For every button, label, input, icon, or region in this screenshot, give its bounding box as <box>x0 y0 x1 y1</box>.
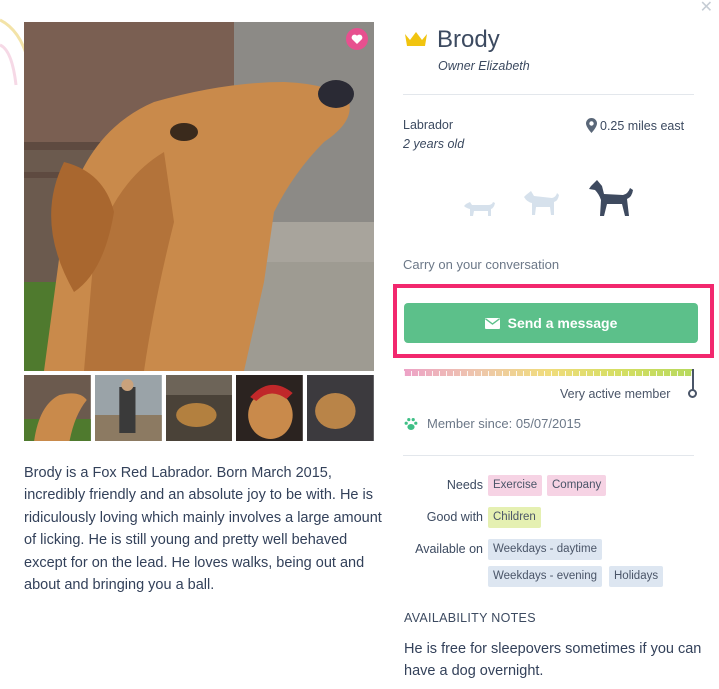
envelope-icon <box>484 317 500 329</box>
close-icon[interactable]: ✕ <box>700 0 713 16</box>
owner-name: Owner Elizabeth <box>438 59 530 73</box>
crown-icon <box>405 32 427 46</box>
availability-notes-text: He is free for sleepovers sometimes if y… <box>404 641 702 679</box>
good-with-label: Good with <box>426 510 483 524</box>
pet-name: Brody <box>437 26 500 53</box>
member-since-text: Member since: 05/07/2015 <box>427 416 581 431</box>
breed: Labrador <box>403 118 454 132</box>
thumbnail-3[interactable] <box>165 375 233 441</box>
thumbnail-4[interactable] <box>236 375 304 441</box>
needs-tag: Exercise <box>488 475 543 496</box>
conversation-label: Carry on your conversation <box>403 257 560 272</box>
activity-marker-dot <box>688 389 697 398</box>
paw-icon <box>404 417 418 430</box>
favourite-heart-button[interactable] <box>346 28 368 50</box>
activity-meter-ticks <box>404 371 694 376</box>
activity-marker <box>692 369 694 391</box>
thumbnail-2[interactable] <box>94 375 162 441</box>
availability-notes-title: AVAILABILITY NOTES <box>404 611 536 625</box>
thumbnail-5[interactable] <box>307 375 374 441</box>
large-dog-icon <box>589 180 633 216</box>
dog-bio: Brody is a Fox Red Labrador. Born March … <box>24 465 382 594</box>
availability-tag: Weekdays - daytime <box>488 539 602 560</box>
age: 2 years old <box>403 137 465 151</box>
main-dog-photo[interactable] <box>24 22 374 371</box>
distance: 0.25 miles east <box>586 118 684 133</box>
available-on-label: Available on <box>415 542 483 556</box>
needs-tag: Company <box>547 475 607 496</box>
location-pin-icon <box>586 118 597 133</box>
small-dog-icon <box>464 202 495 216</box>
thumbnail-1[interactable] <box>24 375 91 441</box>
availability-tag: Holidays <box>609 566 664 587</box>
send-message-button[interactable]: Send a message <box>404 303 698 343</box>
member-since: Member since: 05/07/2015 <box>404 416 581 431</box>
activity-label: Very active member <box>560 387 671 401</box>
divider <box>403 94 694 95</box>
medium-dog-icon <box>524 191 559 215</box>
needs-label: Needs <box>446 478 483 492</box>
availability-tag: Weekdays - evening <box>488 566 602 587</box>
send-message-label: Send a message <box>507 315 618 331</box>
distance-text: 0.25 miles east <box>600 118 685 133</box>
divider <box>403 455 694 456</box>
photo-thumbnails <box>24 375 374 441</box>
good-with-tag: Children <box>488 507 541 528</box>
